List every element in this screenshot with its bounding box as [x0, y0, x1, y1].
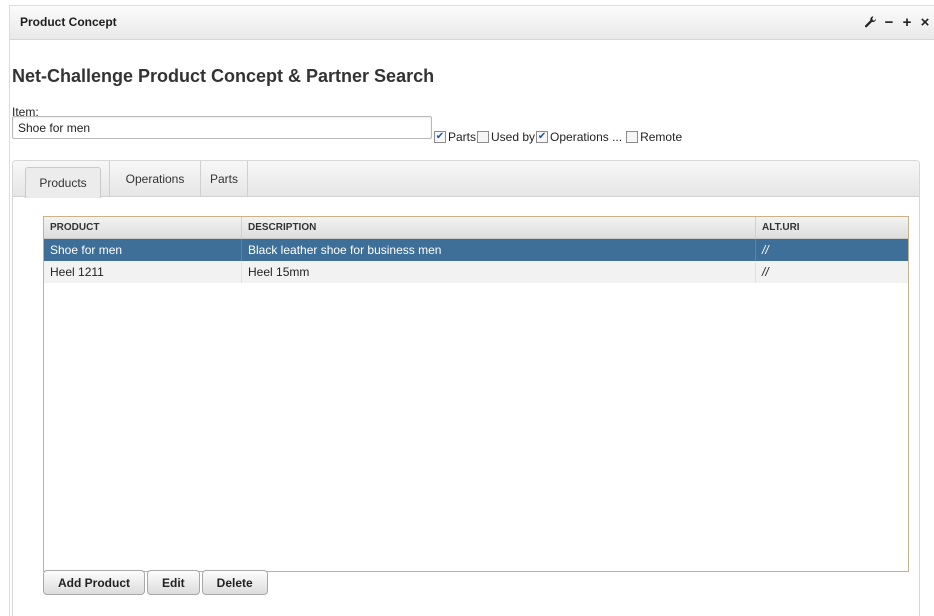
- column-header-description[interactable]: DESCRIPTION: [242, 217, 756, 238]
- tab-parts[interactable]: Parts: [200, 161, 248, 197]
- add-product-button[interactable]: Add Product: [43, 570, 145, 595]
- table-row[interactable]: Shoe for men Black leather shoe for busi…: [44, 239, 908, 261]
- operations-checkbox[interactable]: ✔: [536, 131, 549, 143]
- item-input[interactable]: [12, 116, 432, 139]
- used-by-checkbox[interactable]: [477, 131, 490, 143]
- product-cell: Shoe for men: [44, 239, 242, 261]
- description-cell: Heel 15mm: [242, 261, 756, 283]
- action-buttons: Add Product Edit Delete: [43, 570, 268, 595]
- page-title: Net-Challenge Product Concept & Partner …: [12, 66, 435, 86]
- table-row[interactable]: Heel 1211 Heel 15mm //: [44, 261, 908, 283]
- remote-checkbox[interactable]: [626, 131, 639, 143]
- used-by-label: Used by: [491, 130, 536, 144]
- alt-uri-cell[interactable]: //: [756, 261, 908, 283]
- tabs-panel: Products Operations Parts PRODUCT DESCRI…: [12, 160, 920, 616]
- remote-label: Remote: [640, 130, 683, 144]
- parts-label: Parts: [448, 130, 477, 144]
- edit-button[interactable]: Edit: [147, 570, 200, 595]
- description-cell: Black leather shoe for business men: [242, 239, 756, 261]
- window-controls: − + ×: [862, 13, 934, 31]
- tab-operations[interactable]: Operations: [109, 161, 200, 197]
- window-title: Product Concept: [20, 15, 117, 29]
- wrench-icon[interactable]: [862, 13, 880, 31]
- tab-products[interactable]: Products: [25, 167, 101, 198]
- alt-uri-cell[interactable]: //: [756, 239, 908, 261]
- tabs-bar: Products Operations Parts: [13, 161, 919, 198]
- delete-button[interactable]: Delete: [201, 570, 268, 595]
- column-header-alt-uri[interactable]: ALT.URI: [756, 217, 908, 238]
- maximize-icon[interactable]: +: [898, 13, 916, 31]
- title-bar: Product Concept − + ×: [10, 6, 934, 40]
- product-cell: Heel 1211: [44, 261, 242, 283]
- parts-checkbox[interactable]: ✔: [434, 131, 446, 143]
- column-header-product[interactable]: PRODUCT: [44, 217, 242, 238]
- products-table: PRODUCT DESCRIPTION ALT.URI Shoe for men…: [43, 216, 909, 572]
- table-header: PRODUCT DESCRIPTION ALT.URI: [44, 217, 908, 239]
- search-options: ✔ Parts Used by ✔ Operations ... Remote: [434, 130, 683, 144]
- minimize-icon[interactable]: −: [880, 13, 898, 31]
- operations-label: Operations ...: [550, 130, 623, 144]
- close-icon[interactable]: ×: [916, 13, 934, 31]
